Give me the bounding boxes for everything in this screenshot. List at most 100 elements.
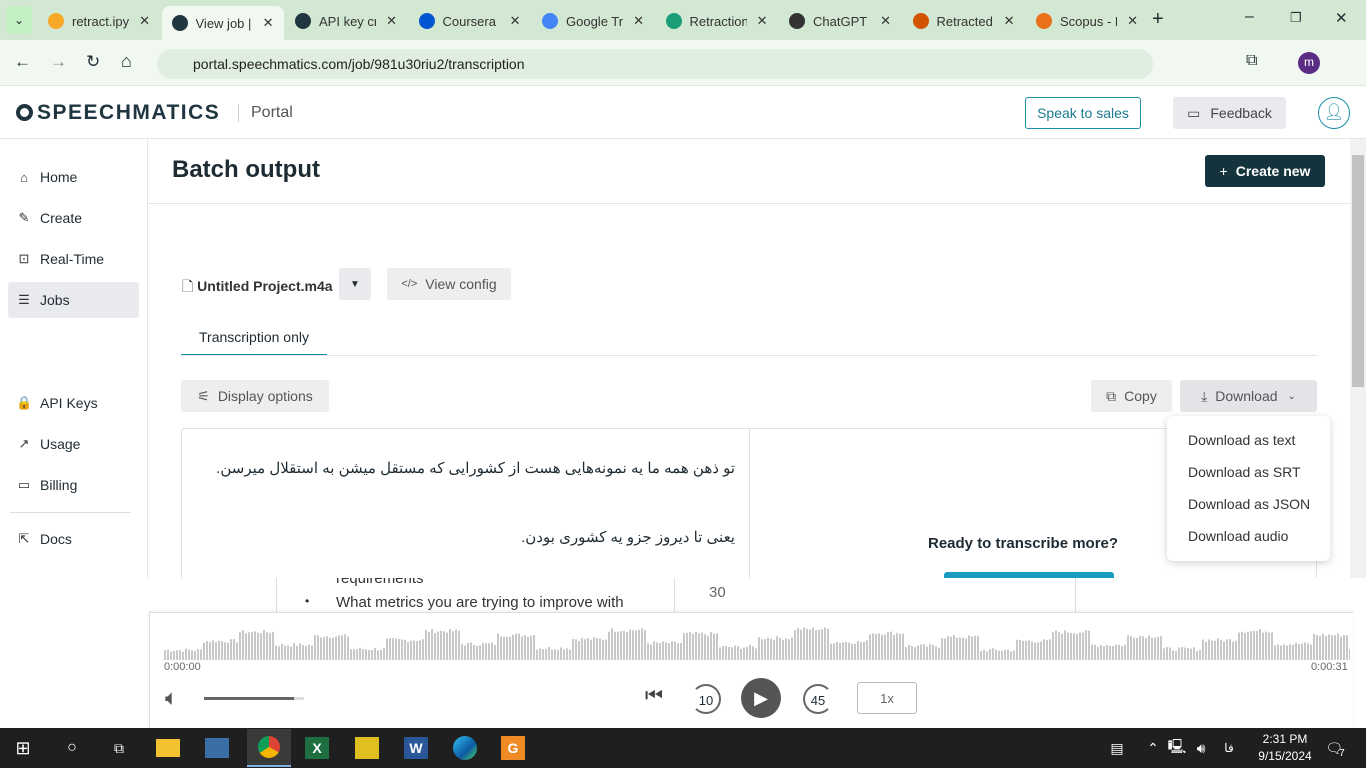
waveform-bar — [182, 651, 184, 660]
start-button[interactable]: ⊞ — [8, 733, 38, 763]
forward-icon[interactable]: → — [50, 52, 67, 72]
copy-button[interactable]: ⧉ Copy — [1091, 380, 1172, 412]
speaker-icon[interactable]: 🔊︎ — [1186, 733, 1216, 763]
download-as-srt[interactable]: Download as SRT — [1188, 464, 1301, 480]
speak-to-sales-button[interactable]: Speak to sales — [1025, 97, 1141, 129]
sidebar-item-billing[interactable]: ▭ Billing — [8, 467, 139, 503]
file-selector[interactable]: 🗋︎ Untitled Project.m4a — [182, 276, 333, 300]
volume-icon[interactable]: 🔈︎ — [165, 685, 178, 711]
reload-icon[interactable]: ↻ — [86, 52, 100, 72]
previous-icon[interactable]: ⏮︎ — [645, 685, 663, 708]
sidebar-item-jobs[interactable]: ☰ Jobs — [8, 282, 139, 318]
tab-search-button[interactable]: ⌄ — [6, 6, 32, 34]
waveform-bar — [1256, 630, 1258, 660]
waveform-bar — [1106, 645, 1108, 660]
create-new-button[interactable]: + Create new — [1205, 155, 1325, 187]
file-dropdown-button[interactable]: ▼ — [339, 268, 371, 300]
pdf-app-icon[interactable]: G — [501, 736, 525, 760]
waveform-bar — [863, 641, 865, 660]
browser-tab[interactable]: API key creation✕ — [285, 6, 407, 36]
skip-forward-button[interactable]: 45 — [803, 684, 833, 714]
browser-tab[interactable]: Google Translate✕ — [532, 6, 654, 36]
close-tab-icon[interactable]: ✕ — [263, 15, 274, 31]
new-tab-button[interactable]: + — [1152, 8, 1164, 31]
word-icon[interactable]: W — [404, 737, 428, 759]
profile-avatar[interactable]: m — [1298, 52, 1320, 74]
waveform-bar — [923, 644, 925, 660]
notifications-icon[interactable]: 🗨︎ 7 — [1320, 733, 1350, 763]
download-button[interactable]: ⤓ Download ⌄ — [1180, 380, 1317, 412]
edge-icon[interactable] — [453, 736, 477, 760]
sidebar-item-docs[interactable]: ⇱ Docs — [8, 521, 139, 557]
chrome-icon[interactable] — [247, 729, 291, 767]
waveform-bar — [200, 649, 202, 660]
clock[interactable]: 2:31 PM 9/15/2024 — [1250, 731, 1320, 765]
app-icon-2[interactable] — [355, 737, 379, 759]
waveform-bar — [956, 637, 958, 660]
waveform-bar — [641, 628, 643, 660]
play-button[interactable]: ▶ — [741, 678, 781, 718]
browser-tab[interactable]: Retracted ✕ — [903, 6, 1025, 36]
sidebar-item-home[interactable]: ⌂ Home — [8, 159, 139, 195]
app-icon[interactable] — [205, 738, 229, 758]
language-indicator[interactable]: فا — [1214, 733, 1244, 763]
playback-speed-button[interactable]: 1x — [857, 682, 917, 714]
close-tab-icon[interactable]: ✕ — [1004, 13, 1015, 29]
view-config-button[interactable]: </> View config — [387, 268, 511, 300]
waveform-bar — [632, 630, 634, 660]
browser-tab[interactable]: Retraction ✕ — [656, 6, 778, 36]
back-icon[interactable]: ← — [14, 52, 31, 72]
task-view-icon[interactable]: ⧉ — [104, 733, 134, 763]
close-window-button[interactable]: ✕ — [1335, 9, 1348, 27]
waveform-bar — [1235, 641, 1237, 660]
waveform-bar — [524, 635, 526, 660]
extension-icon[interactable]: ⧉ — [1246, 52, 1257, 70]
close-tab-icon[interactable]: ✕ — [1127, 13, 1138, 29]
minimize-button[interactable]: – — [1245, 8, 1254, 26]
home-icon[interactable]: ⌂ — [121, 51, 132, 72]
waveform-bar — [167, 649, 169, 660]
browser-tab[interactable]: retract.ipynb✕ — [38, 6, 160, 36]
close-tab-icon[interactable]: ✕ — [757, 13, 768, 29]
sidebar-item-create[interactable]: ✎ Create — [8, 200, 139, 236]
waveform-bar — [1127, 635, 1129, 660]
waveform-bar — [1013, 650, 1015, 660]
news-icon[interactable]: ▤ — [1102, 733, 1132, 763]
volume-slider[interactable] — [204, 697, 304, 700]
waveform-bar — [1340, 636, 1342, 660]
download-as-json[interactable]: Download as JSON — [1188, 496, 1310, 512]
close-tab-icon[interactable]: ✕ — [510, 13, 521, 29]
url-input[interactable]: portal.speechmatics.com/job/981u30riu2/t… — [157, 49, 1153, 79]
sidebar-item-api-keys[interactable]: 🔒 API Keys — [8, 385, 139, 421]
close-tab-icon[interactable]: ✕ — [386, 13, 397, 29]
skip-back-button[interactable]: 10 — [691, 684, 721, 714]
scrollbar[interactable] — [1350, 139, 1366, 579]
restore-button[interactable]: ❐ — [1290, 10, 1302, 26]
favicon-icon — [418, 13, 435, 29]
waveform-bar — [605, 639, 607, 660]
browser-tab[interactable]: Scopus - Document✕ — [1026, 6, 1148, 36]
sidebar: ⌂ Home ✎ Create ⊡ Real-Time ☰ Jobs 🔒 API Keys ↗ Usa… — [0, 139, 148, 579]
excel-icon[interactable]: X — [305, 737, 329, 759]
search-icon[interactable]: ○ — [57, 733, 87, 763]
download-audio[interactable]: Download audio — [1188, 528, 1288, 544]
close-tab-icon[interactable]: ✕ — [139, 13, 150, 29]
browser-tab[interactable]: ChatGPT ✕ — [779, 6, 901, 36]
browser-tab[interactable]: View job | Speechmatics✕ — [161, 6, 284, 40]
close-tab-icon[interactable]: ✕ — [633, 13, 644, 29]
browser-tab[interactable]: Coursera ✕ — [409, 6, 531, 36]
tab-transcription-only[interactable]: Transcription only — [181, 320, 327, 356]
waveform-bar — [338, 635, 340, 660]
feedback-button[interactable]: ▭ Feedback — [1173, 97, 1286, 129]
sidebar-item-real-time[interactable]: ⊡ Real-Time — [8, 241, 139, 277]
user-avatar-button[interactable]: 👤︎ — [1318, 97, 1350, 129]
nav-icon: ↗ — [18, 436, 30, 451]
sidebar-item-usage[interactable]: ↗ Usage — [8, 426, 139, 462]
waveform-seek-bar[interactable] — [164, 620, 1350, 660]
close-tab-icon[interactable]: ✕ — [880, 13, 891, 29]
speechmatics-logo[interactable]: SPEECHMATICS — [16, 101, 220, 125]
display-options-button[interactable]: ⚟ Display options — [181, 380, 329, 412]
download-as-text[interactable]: Download as text — [1188, 432, 1295, 448]
waveform-bar — [950, 636, 952, 660]
file-explorer-icon[interactable] — [156, 739, 180, 757]
